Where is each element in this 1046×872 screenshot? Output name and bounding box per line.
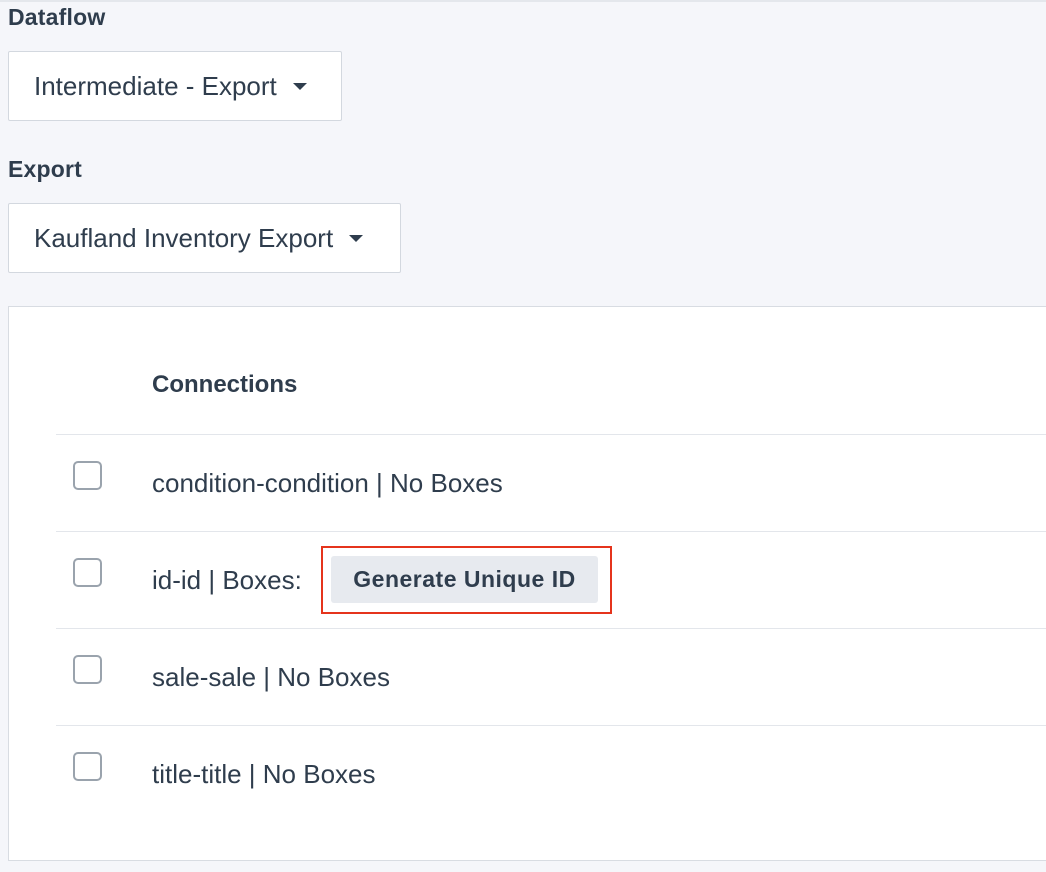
- connection-label: id-id | Boxes:: [152, 565, 302, 595]
- caret-down-icon: [292, 82, 307, 90]
- dataflow-select[interactable]: Intermediate - Export: [8, 51, 342, 121]
- export-label: Export: [8, 156, 83, 182]
- export-select[interactable]: Kaufland Inventory Export: [8, 203, 401, 273]
- connection-row-sale: sale-sale | No Boxes: [56, 628, 1046, 725]
- connection-checkbox[interactable]: [73, 752, 102, 781]
- top-edge-divider: [0, 0, 1046, 2]
- connection-row-id: id-id | Boxes: Generate Unique ID: [56, 531, 1046, 628]
- export-select-value: Kaufland Inventory Export: [34, 222, 334, 253]
- connection-row-condition: condition-condition | No Boxes: [56, 434, 1046, 531]
- connection-checkbox[interactable]: [73, 558, 102, 587]
- dataflow-label: Dataflow: [8, 4, 106, 30]
- connection-checkbox[interactable]: [73, 655, 102, 684]
- connection-label: title-title | No Boxes: [152, 759, 376, 789]
- caret-down-icon: [349, 234, 364, 242]
- connection-label: condition-condition | No Boxes: [152, 468, 503, 498]
- dataflow-select-value: Intermediate - Export: [34, 70, 277, 101]
- connection-label: sale-sale | No Boxes: [152, 662, 390, 692]
- connection-row-title: title-title | No Boxes: [56, 725, 1046, 822]
- generate-unique-id-box[interactable]: Generate Unique ID: [331, 556, 598, 603]
- connection-checkbox[interactable]: [73, 461, 102, 490]
- connections-panel: Connections condition-condition | No Box…: [8, 306, 1046, 861]
- connections-heading: Connections: [152, 371, 298, 398]
